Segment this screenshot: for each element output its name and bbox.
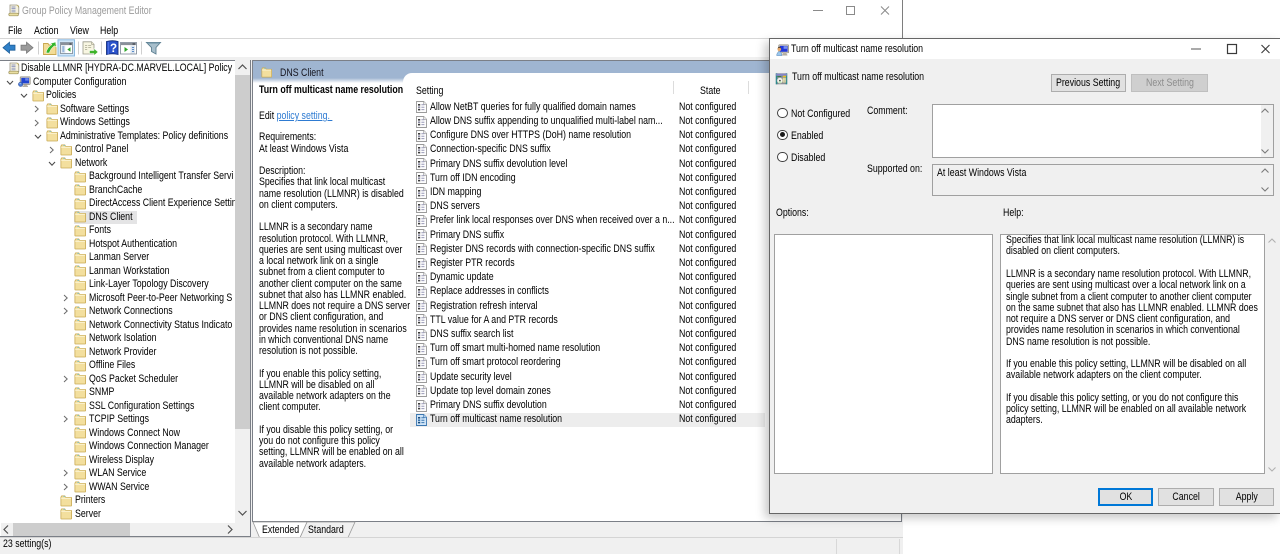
- svg-text:?: ?: [110, 43, 117, 55]
